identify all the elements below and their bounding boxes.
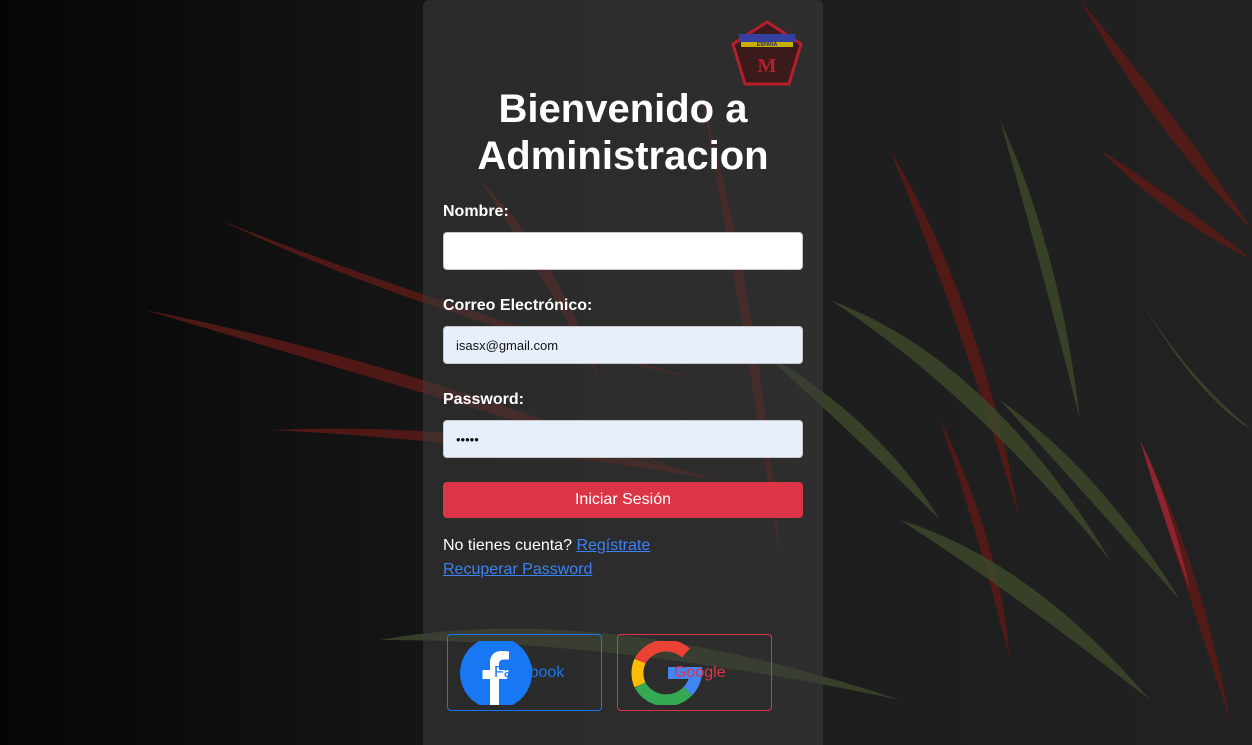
google-login-button[interactable]: Google [617,634,772,711]
password-field[interactable] [443,420,803,458]
name-label: Nombre: [443,203,509,220]
recover-password-link[interactable]: Recuperar Password [443,561,592,578]
email-field[interactable] [443,326,803,364]
google-label: Google [674,664,726,681]
logo-letter: M [758,55,777,77]
register-link[interactable]: Regístrate [576,537,650,554]
logo-pentagon-icon: ESPAÑA M [731,20,803,86]
logo-top-text: ESPAÑA [757,41,778,48]
facebook-label: Facebook [494,664,565,681]
register-prompt: No tienes cuenta? Regístrate [443,537,650,555]
page-title: Bienvenido a Administracion [477,87,769,178]
recover-row: Recuperar Password [443,561,592,579]
email-label: Correo Electrónico: [443,297,593,314]
name-field[interactable] [443,232,803,270]
password-label: Password: [443,391,524,408]
login-button[interactable]: Iniciar Sesión [443,482,803,518]
facebook-login-button[interactable]: Facebook [447,634,602,711]
no-account-text: No tienes cuenta? [443,537,572,554]
login-card: ESPAÑA M Bienvenido a Administracion Nom… [423,0,823,745]
